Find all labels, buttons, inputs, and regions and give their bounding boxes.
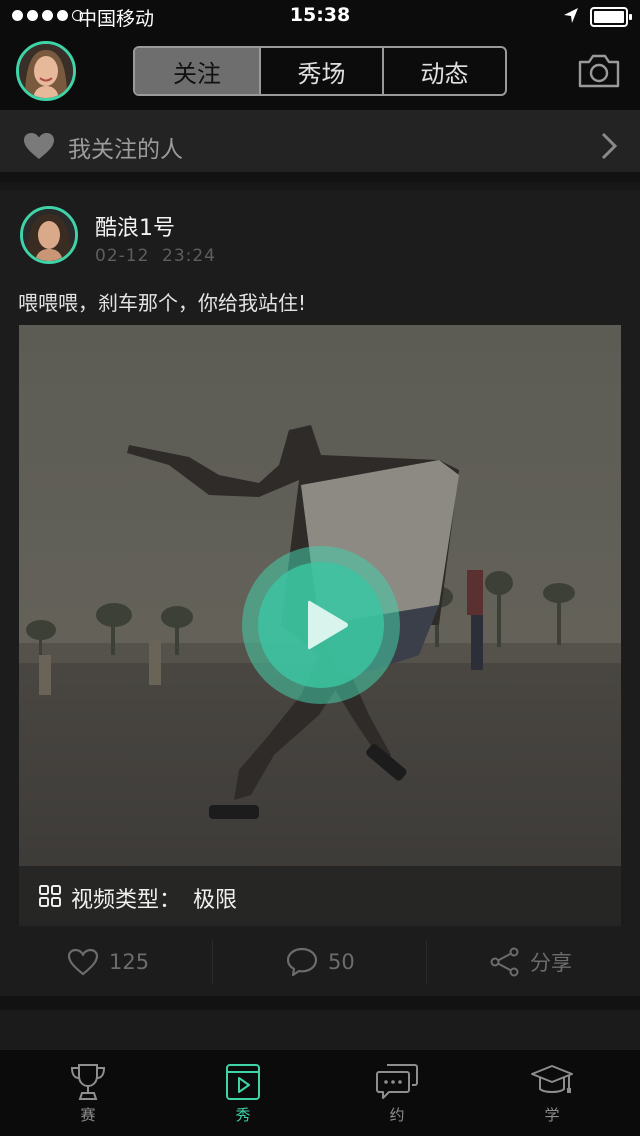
tab-show-label: 秀 [235,1106,251,1124]
section-divider [0,996,640,1010]
graduation-cap-icon [531,1065,573,1093]
tab-learn[interactable]: 学 [512,1062,592,1134]
play-square-icon [226,1064,260,1100]
status-time: 15:38 [289,4,351,26]
camera-icon[interactable] [577,53,621,89]
tab-show[interactable]: 秀 [203,1062,283,1134]
action-divider [426,940,427,984]
bottom-tab-bar: 赛 秀 约 学 [0,1050,640,1136]
status-bar: 中国移动 15:38 [0,0,640,34]
tab-following[interactable]: 关注 [135,48,261,94]
heart-icon [24,133,54,159]
grid-icon [39,885,61,907]
chat-bubble-icon [376,1064,418,1099]
share-icon [490,947,519,977]
post-text: 喂喂喂，刹车那个，你给我站住! [18,291,307,315]
segmented-tabs: 关注 秀场 动态 [133,46,507,96]
play-icon [308,600,348,650]
tab-activity[interactable]: 动态 [384,48,505,94]
header-bar: 关注 秀场 动态 [0,34,640,110]
chevron-right-icon [601,132,618,160]
user-avatar[interactable] [16,41,76,101]
share-label: 分享 [530,951,572,975]
video-type-label: 视频类型： [71,888,182,913]
next-card-placeholder [0,1010,640,1050]
post-author-avatar[interactable] [20,206,78,264]
like-count: 125 [109,950,150,974]
following-label: 我关注的人 [68,137,183,163]
post-time: 23:24 [162,246,216,266]
post-actions: 125 50 分享 [0,934,640,990]
app-screen: 中国移动 15:38 关注 秀场 动态 我关注的人 酷浪1号 02-12 23:… [0,0,640,1136]
play-button[interactable] [242,546,400,704]
like-button[interactable]: 125 [67,934,149,990]
video-thumbnail[interactable]: 视频类型： 极限 [19,325,621,926]
post-author-name[interactable]: 酷浪1号 [95,210,175,242]
tab-learn-label: 学 [544,1106,560,1124]
tab-meetup-label: 约 [389,1106,405,1124]
battery-icon [590,7,632,27]
tab-compete[interactable]: 赛 [48,1062,128,1134]
location-arrow-icon [564,8,578,23]
comment-bubble-icon [286,947,318,977]
heart-outline-icon [67,948,99,976]
comment-count: 50 [328,950,355,974]
following-people-row[interactable]: 我关注的人 [0,110,640,182]
post-card: 酷浪1号 02-12 23:24 喂喂喂，刹车那个，你给我站住! 视频类型： 极… [0,190,640,996]
action-divider [212,940,213,984]
tab-compete-label: 赛 [80,1106,96,1124]
trophy-icon [70,1064,106,1100]
author-portrait [23,209,75,261]
video-caption-bar: 视频类型： 极限 [19,866,621,926]
avatar-portrait [19,44,73,98]
share-button[interactable]: 分享 [490,934,572,990]
comment-button[interactable]: 50 [286,934,355,990]
tab-meetup[interactable]: 约 [357,1062,437,1134]
tab-showcase[interactable]: 秀场 [261,48,384,94]
post-date: 02-12 [95,246,150,266]
video-type-value: 极限 [193,888,238,913]
